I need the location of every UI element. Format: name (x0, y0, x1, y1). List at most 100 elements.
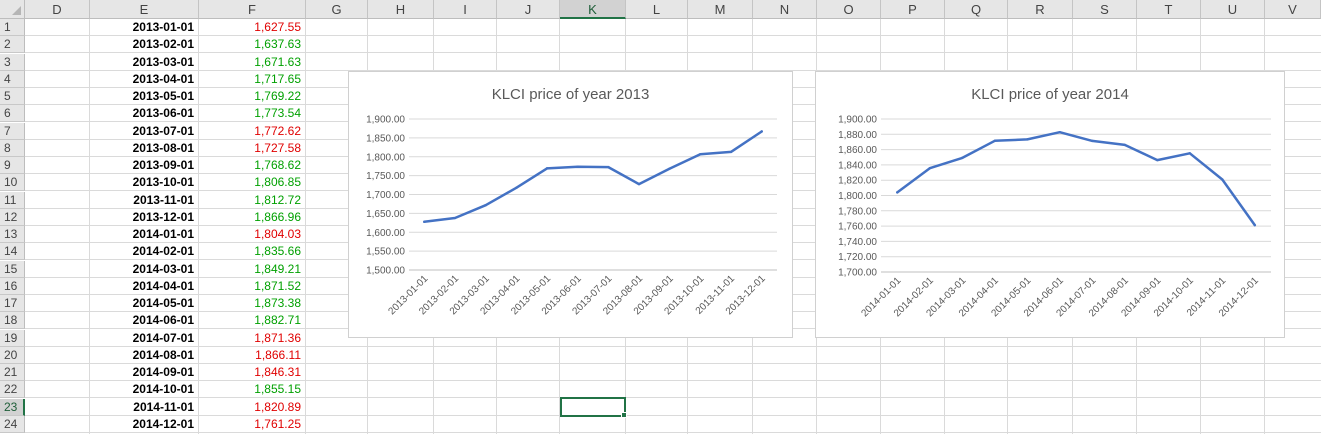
column-header-o[interactable]: O (817, 0, 881, 19)
price-cell[interactable]: 1,804.03 (199, 226, 305, 243)
column-header-s[interactable]: S (1073, 0, 1137, 19)
row-header-14[interactable]: 14 (0, 243, 25, 261)
row-header-12[interactable]: 12 (0, 208, 25, 226)
date-cell[interactable]: 2013-07-01 (121, 123, 198, 140)
column-header-t[interactable]: T (1137, 0, 1201, 19)
date-cell[interactable]: 2013-05-01 (121, 88, 198, 105)
price-cell[interactable]: 1,773.54 (199, 105, 305, 122)
date-cell[interactable]: 2013-01-01 (121, 19, 198, 36)
date-cell[interactable]: 2014-05-01 (121, 295, 198, 312)
price-cell[interactable]: 1,761.25 (199, 416, 305, 433)
price-cell[interactable]: 1,849.21 (199, 261, 305, 278)
row-header-7[interactable]: 7 (0, 122, 25, 140)
price-cell[interactable]: 1,866.11 (199, 347, 305, 364)
column-header-i[interactable]: I (434, 0, 497, 19)
row-header-8[interactable]: 8 (0, 139, 25, 157)
date-cell[interactable]: 2013-09-01 (121, 157, 198, 174)
row-header-18[interactable]: 18 (0, 312, 25, 330)
price-cell[interactable]: 1,871.36 (199, 330, 305, 347)
column-header-f[interactable]: F (199, 0, 306, 19)
date-cell[interactable]: 2013-11-01 (121, 192, 198, 209)
price-cell[interactable]: 1,671.63 (199, 54, 305, 71)
price-cell[interactable]: 1,846.31 (199, 364, 305, 381)
price-cell[interactable]: 1,806.85 (199, 174, 305, 191)
price-cell[interactable]: 1,717.65 (199, 71, 305, 88)
row-header-15[interactable]: 15 (0, 260, 25, 278)
date-cell[interactable]: 2014-12-01 (121, 416, 198, 433)
date-cell[interactable]: 2014-10-01 (121, 381, 198, 398)
column-header-n[interactable]: N (753, 0, 817, 19)
row-header-3[interactable]: 3 (0, 53, 25, 71)
date-cell[interactable]: 2014-11-01 (121, 399, 198, 416)
row-header-1[interactable]: 1 (0, 19, 25, 36)
active-cell-k23[interactable] (560, 397, 626, 417)
column-header-j[interactable]: J (497, 0, 560, 19)
chart-klci-2013[interactable]: KLCI price of year 2013 1,500.00 1,550.00 1… (348, 71, 793, 338)
price-cell[interactable]: 1,855.15 (199, 381, 305, 398)
date-cell[interactable]: 2013-08-01 (121, 140, 198, 157)
date-cell[interactable]: 2013-04-01 (121, 71, 198, 88)
date-cell[interactable]: 2014-01-01 (121, 226, 198, 243)
row-header-6[interactable]: 6 (0, 105, 25, 123)
price-cell[interactable]: 1,768.62 (199, 157, 305, 174)
row-header-20[interactable]: 20 (0, 346, 25, 364)
select-all-corner[interactable] (0, 0, 25, 19)
date-cell[interactable]: 2014-06-01 (121, 312, 198, 329)
column-header-p[interactable]: P (881, 0, 945, 19)
price-cell[interactable]: 1,627.55 (199, 19, 305, 36)
y-tick-label: 1,760.00 (838, 222, 877, 233)
row-header-9[interactable]: 9 (0, 157, 25, 174)
price-cell[interactable]: 1,873.38 (199, 295, 305, 312)
date-cell[interactable]: 2014-03-01 (121, 261, 198, 278)
date-cell[interactable]: 2014-04-01 (121, 278, 198, 295)
date-cell[interactable]: 2014-08-01 (121, 347, 198, 364)
price-cell[interactable]: 1,882.71 (199, 312, 305, 329)
date-cell[interactable]: 2014-02-01 (121, 243, 198, 260)
column-header-g[interactable]: G (306, 0, 368, 19)
column-header-v[interactable]: V (1265, 0, 1321, 19)
date-cell[interactable]: 2013-02-01 (121, 36, 198, 53)
date-cell[interactable]: 2013-12-01 (121, 209, 198, 226)
row-header-24[interactable]: 24 (0, 415, 25, 433)
row-header-21[interactable]: 21 (0, 364, 25, 381)
row-header-19[interactable]: 19 (0, 329, 25, 347)
data-point (453, 216, 457, 220)
price-cell[interactable]: 1,772.62 (199, 123, 305, 140)
price-cell[interactable]: 1,769.22 (199, 88, 305, 105)
date-cell[interactable]: 2013-03-01 (121, 54, 198, 71)
price-cell[interactable]: 1,727.58 (199, 140, 305, 157)
row-header-13[interactable]: 13 (0, 226, 25, 243)
column-header-d[interactable]: D (25, 0, 90, 19)
price-cell[interactable]: 1,637.63 (199, 36, 305, 53)
column-header-q[interactable]: Q (945, 0, 1008, 19)
row-header-23[interactable]: 23 (0, 398, 25, 416)
fill-handle[interactable] (621, 412, 627, 418)
price-cell[interactable]: 1,871.52 (199, 278, 305, 295)
column-header-r[interactable]: R (1008, 0, 1073, 19)
date-cell[interactable]: 2013-06-01 (121, 105, 198, 122)
column-header-h[interactable]: H (368, 0, 434, 19)
column-header-m[interactable]: M (688, 0, 753, 19)
date-cell[interactable]: 2014-07-01 (121, 330, 198, 347)
column-header-l[interactable]: L (626, 0, 688, 19)
row-header-4[interactable]: 4 (0, 70, 25, 88)
row-header-16[interactable]: 16 (0, 277, 25, 295)
spreadsheet-grid[interactable]: DEFGHIJKLMNOPQRSTUV 1 2 3 4 5 6 7 8 9 10 11 12 13 14 1… (0, 0, 1321, 434)
price-cell[interactable]: 1,866.96 (199, 209, 305, 226)
price-cell[interactable]: 1,820.89 (199, 399, 305, 416)
chart-klci-2014[interactable]: KLCI price of year 2014 1,700.00 1,720.00 1… (815, 71, 1285, 338)
row-header-5[interactable]: 5 (0, 88, 25, 105)
column-header-k[interactable]: K (560, 0, 626, 19)
y-tick-label: 1,850.00 (366, 133, 405, 144)
date-cell[interactable]: 2013-10-01 (121, 174, 198, 191)
price-cell[interactable]: 1,835.66 (199, 243, 305, 260)
row-header-17[interactable]: 17 (0, 295, 25, 312)
column-header-u[interactable]: U (1201, 0, 1265, 19)
row-header-10[interactable]: 10 (0, 174, 25, 192)
price-cell[interactable]: 1,812.72 (199, 192, 305, 209)
date-cell[interactable]: 2014-09-01 (121, 364, 198, 381)
row-header-11[interactable]: 11 (0, 191, 25, 209)
row-header-2[interactable]: 2 (0, 36, 25, 54)
row-header-22[interactable]: 22 (0, 381, 25, 399)
column-header-e[interactable]: E (90, 0, 199, 19)
